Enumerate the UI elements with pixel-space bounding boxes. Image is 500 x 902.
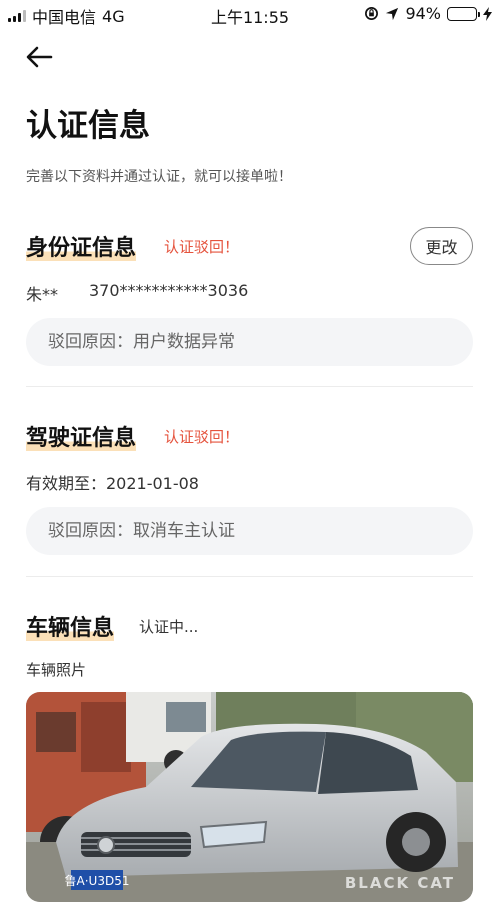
watermark: BLACK CAT [344, 874, 455, 892]
arrow-left-icon [26, 46, 53, 68]
signal-icon [8, 10, 26, 22]
license-status-badge: 认证驳回！ [164, 428, 240, 446]
license-validity: 有效期至：2021-01-08 [26, 474, 199, 493]
divider [26, 386, 473, 387]
page-title: 认证信息 [26, 108, 150, 144]
divider [26, 576, 473, 577]
id-reject-reason: 驳回原因：用户数据异常 [26, 318, 473, 366]
network-label: 4G [102, 6, 125, 26]
id-section-title: 身份证信息 [26, 236, 137, 261]
edit-button[interactable]: 更改 [410, 227, 473, 265]
screen-lock-icon [365, 7, 379, 20]
id-status-badge: 认证驳回！ [164, 238, 240, 256]
vehicle-status-badge: 认证中... [139, 618, 199, 636]
status-bar: 中国电信 4G 上午11:55 94% [0, 0, 500, 30]
id-number: 370***********3036 [89, 281, 249, 300]
id-name: 朱** [26, 285, 59, 304]
carrier-label: 中国电信 [32, 8, 97, 27]
vehicle-section-title: 车辆信息 [26, 616, 115, 641]
car-photo-image: 鲁A·U3D51 [26, 692, 473, 902]
battery-icon [447, 6, 480, 21]
location-icon [386, 7, 399, 20]
battery-percent: 94% [405, 4, 441, 23]
page-subtitle: 完善以下资料并通过认证，就可以接单啦！ [26, 169, 292, 185]
license-plate: 鲁A·U3D51 [65, 874, 130, 888]
vehicle-photo[interactable]: 鲁A·U3D51 BLACK CAT [26, 692, 473, 902]
vehicle-photo-label: 车辆照片 [26, 661, 87, 679]
charging-icon [483, 6, 492, 21]
license-section-title: 驾驶证信息 [26, 426, 137, 451]
back-button[interactable] [22, 40, 56, 74]
status-left: 中国电信 4G [8, 4, 125, 28]
license-reject-reason: 驳回原因：取消车主认证 [26, 507, 473, 555]
status-right: 94% [364, 4, 492, 23]
